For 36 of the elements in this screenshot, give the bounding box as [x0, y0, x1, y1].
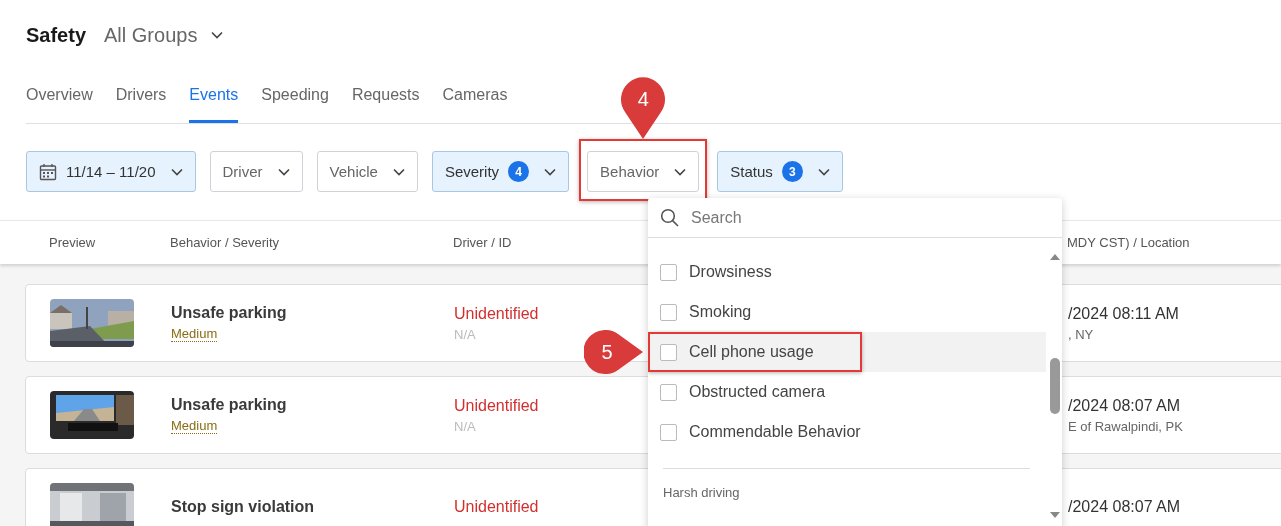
group-label: Harsh driving: [662, 484, 741, 500]
option-label: Drowsiness: [689, 263, 772, 281]
behavior-text: Stop sign violation: [171, 498, 315, 516]
event-location: E of Rawalpindi, PK: [1068, 418, 1183, 434]
event-time: /2024 08:07 AM: [1068, 396, 1181, 415]
option-label: Commendable Behavior: [689, 423, 861, 441]
column-header: Preview: [49, 235, 97, 250]
driver-id: N/A: [454, 418, 476, 434]
option-label: Obstructed camera: [689, 383, 826, 401]
event-location: , NY: [1068, 326, 1094, 342]
driver-name: Unidentified: [454, 498, 539, 516]
filter-label: Driver: [222, 163, 263, 180]
driver-id: N/A: [454, 326, 476, 342]
count-badge: 3: [781, 161, 803, 182]
severity-text: Medium: [171, 326, 218, 342]
annotation-marker: 5: [584, 330, 644, 374]
column-header: Driver / ID: [453, 235, 513, 250]
annotation-marker: 4: [619, 76, 668, 140]
behavior-text: Unsafe parking: [171, 396, 287, 414]
filter-label: Behavior: [600, 163, 660, 180]
filter-label: Vehicle: [329, 163, 378, 180]
filter-label: Severity: [444, 163, 500, 180]
page-title: Safety: [26, 23, 87, 47]
option-label: Cell phone usage: [689, 343, 814, 361]
driver-name: Unidentified: [454, 304, 539, 323]
driver-name: Unidentified: [454, 396, 539, 415]
filter-label: Status: [730, 163, 773, 180]
event-time: /2024 08:07 AM: [1068, 498, 1181, 516]
count-badge: 4: [508, 161, 530, 182]
option-label: Smoking: [689, 303, 752, 321]
event-time: /2024 08:11 AM: [1068, 304, 1179, 323]
filter-label: 11/14 – 11/20: [66, 163, 156, 180]
column-header: MDY CST) / Location: [1067, 235, 1191, 250]
severity-text: Medium: [171, 418, 218, 434]
behavior-text: Unsafe parking: [171, 304, 287, 322]
column-header: Behavior / Severity: [170, 235, 281, 250]
